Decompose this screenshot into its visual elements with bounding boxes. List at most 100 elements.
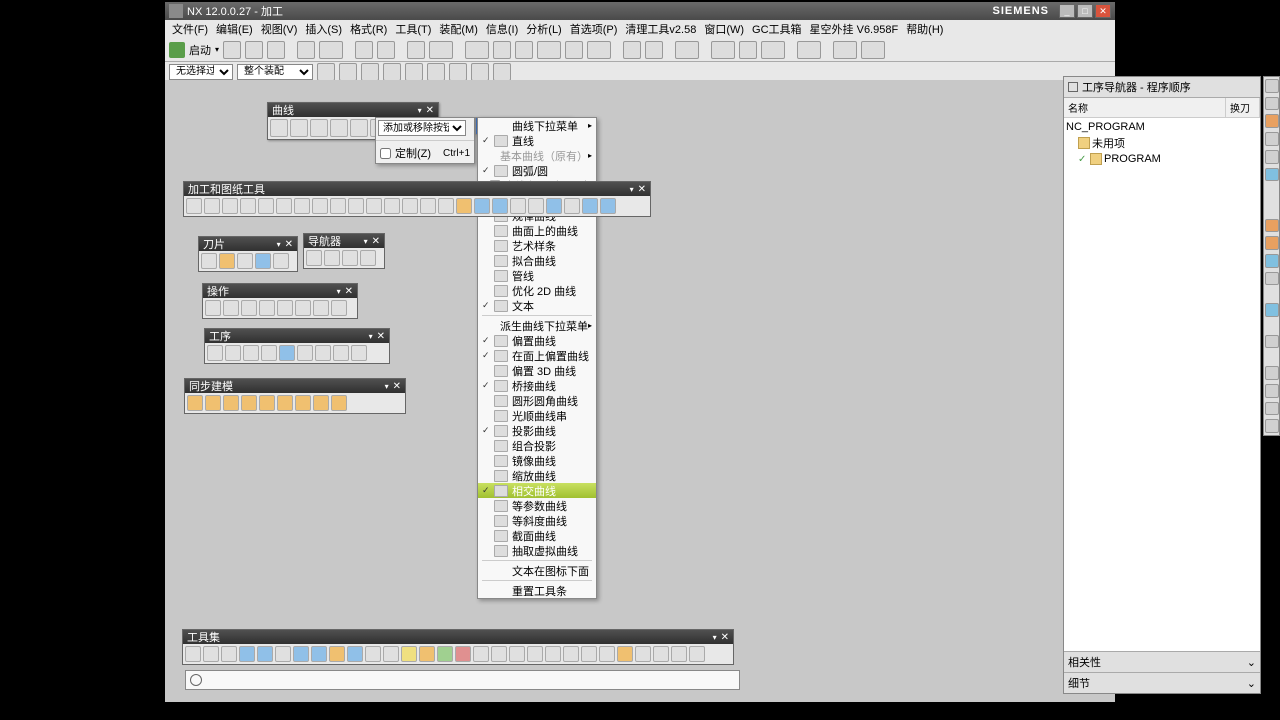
mach-btn-19[interactable]: [510, 198, 526, 214]
menu-item-14[interactable]: ✓偏置曲线: [478, 333, 596, 348]
op-btn-3[interactable]: [241, 300, 257, 316]
rtool-16[interactable]: [1265, 419, 1279, 433]
mach-btn-8[interactable]: [312, 198, 328, 214]
ts-28[interactable]: [671, 646, 687, 662]
ts-25[interactable]: [617, 646, 633, 662]
menu-item-25[interactable]: 等参数曲线: [478, 498, 596, 513]
ts-6[interactable]: [275, 646, 291, 662]
sync-btn-5[interactable]: [259, 395, 275, 411]
tool-e[interactable]: [465, 41, 489, 59]
maximize-button[interactable]: □: [1077, 4, 1093, 18]
rtool-1[interactable]: [1265, 79, 1279, 93]
proc-btn-9[interactable]: [351, 345, 367, 361]
blade-btn-1[interactable]: [201, 253, 217, 269]
blade-btn-5[interactable]: [273, 253, 289, 269]
nav-btn-2[interactable]: [324, 250, 340, 266]
nav-btn-1[interactable]: [306, 250, 322, 266]
menu-window[interactable]: 窗口(W): [701, 20, 747, 38]
rtool-9[interactable]: [1265, 254, 1279, 268]
menu-view[interactable]: 视图(V): [258, 20, 301, 38]
blade-btn-3[interactable]: [237, 253, 253, 269]
rtool-14[interactable]: [1265, 384, 1279, 398]
start-label[interactable]: 启动: [189, 42, 211, 58]
tree-unused[interactable]: 未用项: [1066, 134, 1258, 152]
filter-a[interactable]: [317, 63, 335, 81]
tree-program[interactable]: ✓PROGRAM: [1066, 152, 1258, 166]
close-button[interactable]: ✕: [1095, 4, 1111, 18]
menu-item-10[interactable]: 管线: [478, 268, 596, 283]
mach-btn-16[interactable]: [456, 198, 472, 214]
curve-btn-e[interactable]: [350, 119, 368, 137]
proc-btn-4[interactable]: [261, 345, 277, 361]
tool-n[interactable]: [711, 41, 735, 59]
menu-preferences[interactable]: 首选项(P): [567, 20, 621, 38]
menu-file[interactable]: 文件(F): [169, 20, 211, 38]
menu-item-0[interactable]: 曲线下拉菜单▸: [478, 118, 596, 133]
filter-g[interactable]: [449, 63, 467, 81]
mach-btn-10[interactable]: [348, 198, 364, 214]
menu-format[interactable]: 格式(R): [347, 20, 390, 38]
save-button[interactable]: [267, 41, 285, 59]
ts-26[interactable]: [635, 646, 651, 662]
tool-p[interactable]: [761, 41, 785, 59]
menu-info[interactable]: 信息(I): [483, 20, 521, 38]
tool-d[interactable]: [429, 41, 453, 59]
mach-btn-12[interactable]: [384, 198, 400, 214]
blade-btn-4[interactable]: [255, 253, 271, 269]
tool-a[interactable]: [355, 41, 373, 59]
sync-btn-6[interactable]: [277, 395, 293, 411]
blade-toolbar[interactable]: 刀片▾✕: [198, 236, 298, 272]
mach-btn-9[interactable]: [330, 198, 346, 214]
mach-btn-21[interactable]: [546, 198, 562, 214]
menu-item-12[interactable]: ✓文本: [478, 298, 596, 313]
ts-18[interactable]: [491, 646, 507, 662]
tool-h[interactable]: [537, 41, 561, 59]
minimize-button[interactable]: _: [1059, 4, 1075, 18]
menu-item-27[interactable]: 截面曲线: [478, 528, 596, 543]
rtool-5[interactable]: [1265, 150, 1279, 164]
selection-filter-combo[interactable]: 无选择过滤器: [169, 64, 233, 80]
tool-s[interactable]: [861, 41, 885, 59]
sync-btn-8[interactable]: [313, 395, 329, 411]
sync-close-icon[interactable]: ✕: [393, 381, 401, 392]
op-btn-5[interactable]: [277, 300, 293, 316]
op-btn-2[interactable]: [223, 300, 239, 316]
proc-btn-2[interactable]: [225, 345, 241, 361]
menu-item-21[interactable]: 组合投影: [478, 438, 596, 453]
ts-15[interactable]: [437, 646, 453, 662]
navigator-toolbar[interactable]: 导航器▾✕: [303, 233, 385, 269]
tool-j[interactable]: [587, 41, 611, 59]
menu-item-8[interactable]: 艺术样条: [478, 238, 596, 253]
mach-btn-20[interactable]: [528, 198, 544, 214]
menu-tools[interactable]: 工具(T): [392, 20, 434, 38]
blade-close-icon[interactable]: ✕: [285, 239, 293, 250]
tool-b[interactable]: [377, 41, 395, 59]
start-icon[interactable]: [169, 42, 185, 58]
command-input-bar[interactable]: [185, 670, 740, 690]
mach-btn-22[interactable]: [564, 198, 580, 214]
menu-starsky[interactable]: 星空外挂 V6.958F: [807, 20, 902, 38]
ts-11[interactable]: [365, 646, 381, 662]
customize-checkbox[interactable]: [380, 148, 391, 159]
menu-item-17[interactable]: ✓桥接曲线: [478, 378, 596, 393]
open-button[interactable]: [245, 41, 263, 59]
ts-29[interactable]: [689, 646, 705, 662]
section-detail[interactable]: 细节⌄: [1064, 672, 1260, 693]
rtool-8[interactable]: [1265, 236, 1279, 250]
ts-24[interactable]: [599, 646, 615, 662]
menu-item-19[interactable]: 光顺曲线串: [478, 408, 596, 423]
process-close-icon[interactable]: ✕: [377, 331, 385, 342]
ts-7[interactable]: [293, 646, 309, 662]
ts-13[interactable]: [401, 646, 417, 662]
assembly-scope-combo[interactable]: 整个装配: [237, 64, 313, 80]
ts-12[interactable]: [383, 646, 399, 662]
sync-btn-3[interactable]: [223, 395, 239, 411]
col-name[interactable]: 名称: [1064, 98, 1226, 117]
rtool-3[interactable]: [1265, 114, 1279, 128]
nav-btn-4[interactable]: [360, 250, 376, 266]
tool-f[interactable]: [493, 41, 511, 59]
proc-btn-3[interactable]: [243, 345, 259, 361]
curve-toolbar-close-icon[interactable]: ✕: [426, 105, 434, 116]
filter-h[interactable]: [471, 63, 489, 81]
filter-e[interactable]: [405, 63, 423, 81]
